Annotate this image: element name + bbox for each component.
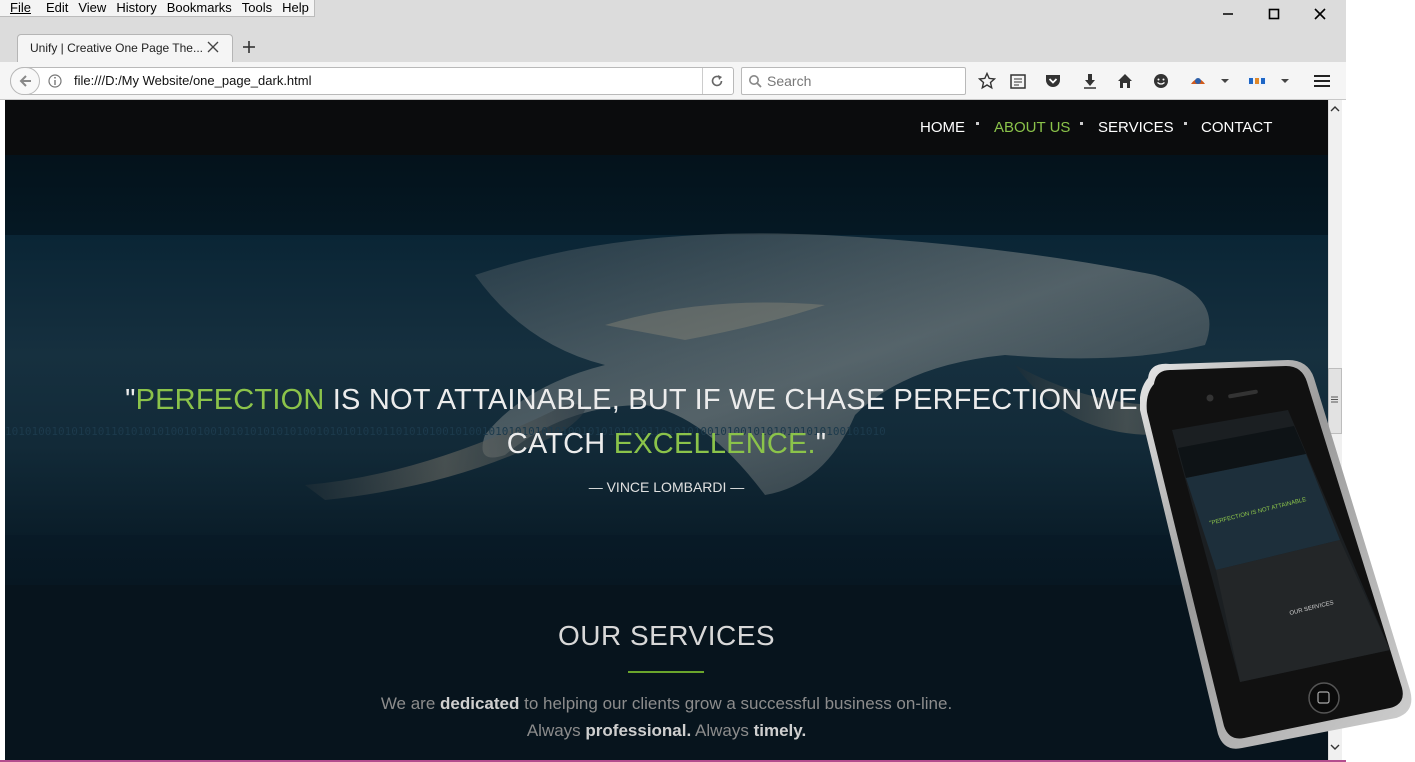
- new-tab-icon[interactable]: [240, 38, 258, 56]
- services-description: We are dedicated to helping our clients …: [5, 690, 1328, 744]
- services-text-part: Always: [691, 721, 754, 740]
- search-placeholder: Search: [767, 73, 812, 89]
- quote-author: — VINCE LOMBARDI —: [588, 479, 745, 495]
- services-bold-dedicated: dedicated: [440, 694, 520, 713]
- extension-1-icon: [1191, 78, 1205, 84]
- home-icon: [1118, 74, 1132, 88]
- browser-tab[interactable]: Unify | Creative One Page The...: [17, 34, 233, 62]
- hero-section: 1010100101010101101010101001010010101010…: [5, 155, 1328, 585]
- nav-home[interactable]: HOME: [920, 119, 965, 136]
- minimize-button[interactable]: [1205, 0, 1251, 28]
- scroll-up-icon[interactable]: [1330, 104, 1340, 114]
- minimize-icon: [1223, 13, 1233, 15]
- quote-highlight-perfection: PERFECTION: [135, 384, 325, 416]
- menu-help[interactable]: Help: [277, 0, 314, 16]
- tab-close-icon[interactable]: [206, 40, 220, 54]
- quote-open-mark: ": [125, 384, 136, 416]
- chat-button[interactable]: [1150, 70, 1172, 92]
- nav-separator: [1080, 122, 1083, 125]
- back-button[interactable]: [10, 67, 40, 95]
- close-icon: [1314, 8, 1326, 20]
- quote-highlight-excellence: EXCELLENCE.: [613, 428, 816, 460]
- download-icon: [1084, 74, 1096, 89]
- nav-services[interactable]: SERVICES: [1098, 119, 1174, 136]
- chevron-down-icon[interactable]: [1280, 78, 1290, 84]
- reload-icon[interactable]: [710, 74, 724, 88]
- seo-icon: [1248, 76, 1266, 86]
- menu-file[interactable]: File: [0, 0, 41, 16]
- seo-extension-button[interactable]: [1246, 70, 1268, 92]
- url-text: file:///D:/My Website/one_page_dark.html: [74, 73, 312, 88]
- maximize-button[interactable]: [1251, 0, 1297, 28]
- back-arrow-icon: [19, 75, 31, 87]
- quote-close-mark: ": [815, 428, 827, 460]
- extension-button-1[interactable]: [1187, 70, 1209, 92]
- pocket-button[interactable]: [1042, 70, 1064, 92]
- phone-mockup-image: "PERFECTION IS NOT ATTAINABLE OUR SERVIC…: [1140, 360, 1412, 749]
- open-menu-button[interactable]: [1311, 70, 1333, 92]
- maximize-icon: [1268, 8, 1280, 20]
- tab-title: Unify | Creative One Page The...: [30, 41, 203, 55]
- menu-bookmarks[interactable]: Bookmarks: [162, 0, 237, 16]
- quote-line-1: "PERFECTION IS NOT ATTAINABLE, BUT IF WE…: [5, 378, 1328, 422]
- nav-separator: [1184, 122, 1187, 125]
- quote-line-2: CATCH EXCELLENCE.": [5, 422, 1328, 466]
- menu-edit[interactable]: Edit: [41, 0, 73, 16]
- quote-text-catch: CATCH: [506, 428, 614, 460]
- quote-text: IS NOT ATTAINABLE, BUT IF WE CHASE PERFE…: [324, 384, 1208, 416]
- hamburger-icon: [1314, 75, 1330, 87]
- services-text-part: to helping our clients grow a successful…: [519, 694, 953, 713]
- services-text-part: Always: [526, 721, 586, 740]
- clipboard-icon: [1010, 74, 1026, 89]
- services-bold-timely: timely.: [753, 721, 807, 740]
- reading-list-button[interactable]: [1007, 70, 1029, 92]
- services-text-part: We are: [380, 694, 441, 713]
- downloads-button[interactable]: [1079, 70, 1101, 92]
- site-header: HOME ABOUT US SERVICES CONTACT: [5, 100, 1328, 155]
- nav-separator: [976, 122, 979, 125]
- menu-view[interactable]: View: [73, 0, 111, 16]
- pocket-icon: [1046, 75, 1060, 87]
- info-icon[interactable]: [48, 74, 62, 88]
- chevron-down-icon[interactable]: [1220, 78, 1230, 84]
- search-icon: [749, 75, 762, 88]
- home-button[interactable]: [1114, 70, 1136, 92]
- web-page: HOME ABOUT US SERVICES CONTACT 101010010…: [5, 100, 1328, 760]
- nav-contact[interactable]: CONTACT: [1201, 119, 1272, 136]
- hero-quote: "PERFECTION IS NOT ATTAINABLE, BUT IF WE…: [5, 378, 1328, 466]
- menu-history[interactable]: History: [111, 0, 161, 16]
- url-divider: [702, 68, 703, 94]
- bookmark-star-button[interactable]: [976, 70, 998, 92]
- smiley-icon: [1154, 74, 1168, 88]
- close-window-button[interactable]: [1297, 0, 1343, 28]
- services-heading: OUR SERVICES: [557, 620, 776, 651]
- star-icon: [978, 72, 996, 90]
- services-divider: [628, 671, 704, 673]
- nav-about-us[interactable]: ABOUT US: [994, 119, 1070, 136]
- menu-tools[interactable]: Tools: [237, 0, 277, 16]
- services-bold-professional: professional.: [585, 721, 692, 740]
- menu-bar: File Edit View History Bookmarks Tools H…: [0, 0, 315, 17]
